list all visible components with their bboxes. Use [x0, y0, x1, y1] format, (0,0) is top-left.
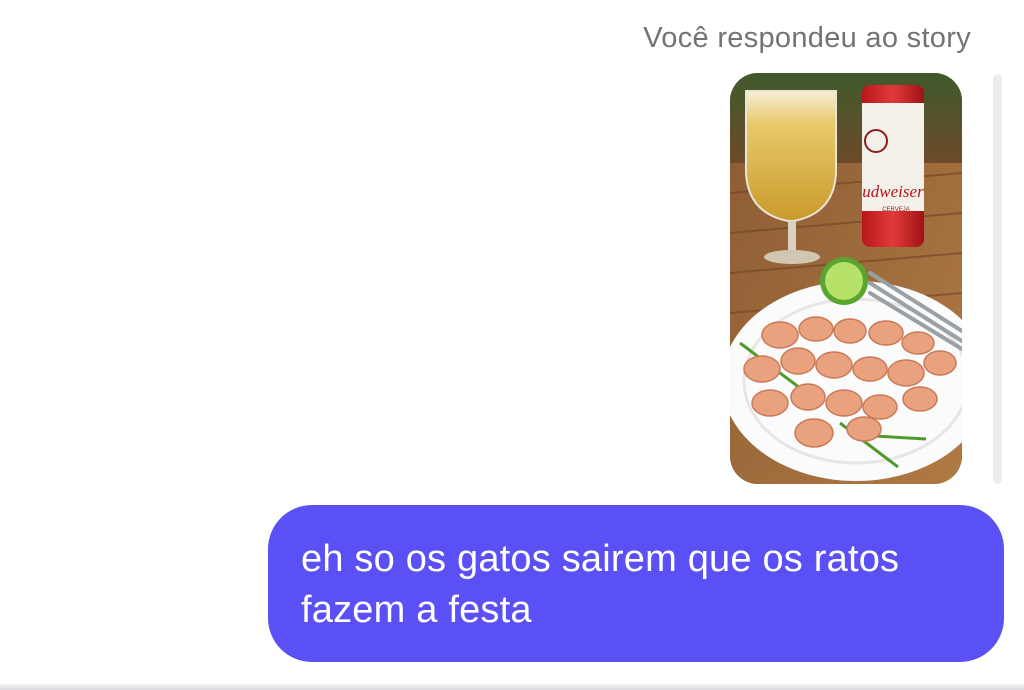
- reply-context-label: Você respondeu ao story: [643, 22, 971, 54]
- story-quote-bar: [993, 74, 1002, 484]
- story-photo-icon: udweiser CERVEJA: [730, 73, 962, 484]
- message-bubble[interactable]: eh so os gatos sairem que os ratos fazem…: [268, 505, 1004, 662]
- can-label: udweiser: [862, 182, 924, 201]
- bottom-divider: [0, 684, 1024, 690]
- message-text: eh so os gatos sairem que os ratos fazem…: [301, 538, 900, 631]
- can-sublabel: CERVEJA: [882, 207, 910, 213]
- story-preview-thumbnail[interactable]: udweiser CERVEJA: [730, 73, 962, 484]
